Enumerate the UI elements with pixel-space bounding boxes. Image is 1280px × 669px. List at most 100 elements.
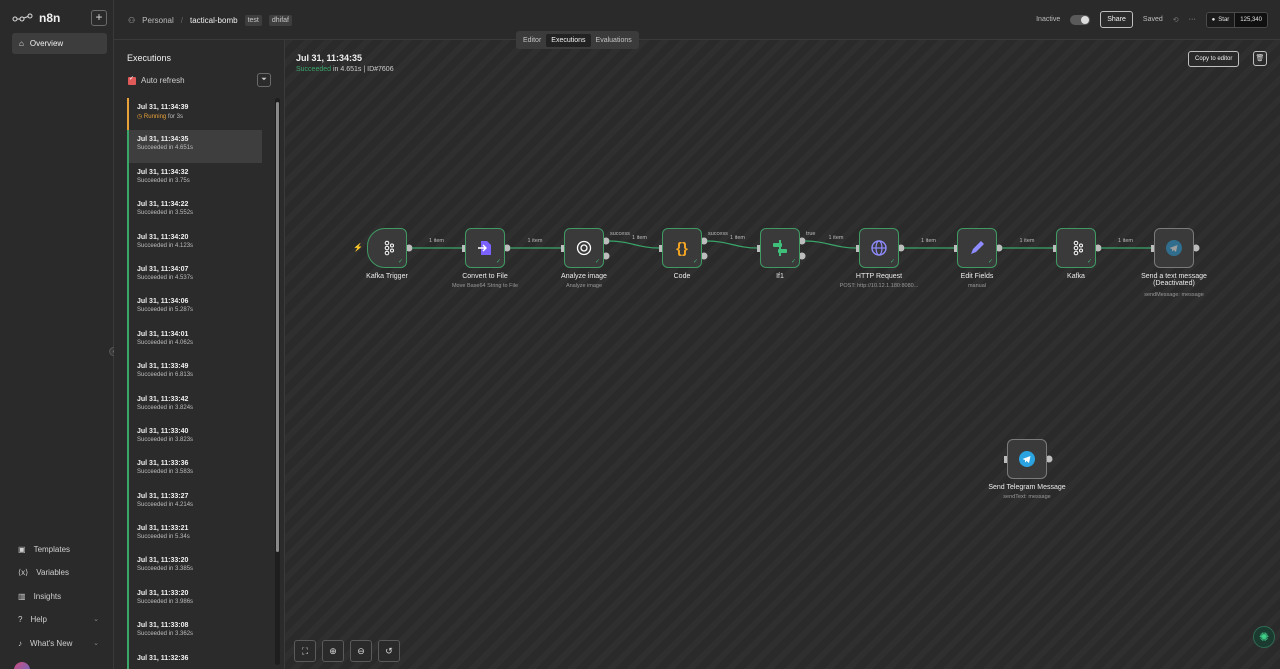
add-button[interactable]: + (91, 10, 107, 26)
execution-item[interactable]: Jul 31, 11:33:36 Succeeded in 3.583s (127, 454, 262, 487)
active-toggle[interactable] (1070, 14, 1091, 25)
execution-item-status: Succeeded in 5.287s (137, 307, 262, 313)
executions-panel: Executions Auto refresh ⏷ Jul 31, 11:34:… (114, 40, 285, 669)
auto-refresh-checkbox[interactable]: Auto refresh (128, 75, 185, 85)
execution-item-duration: in 3.986s (168, 598, 194, 605)
share-button[interactable]: Share (1100, 11, 1133, 28)
item-count-label: 1 item (527, 238, 543, 244)
node-send-text[interactable] (1154, 228, 1194, 268)
breadcrumb-separator: / (180, 16, 183, 25)
success-check-icon: ✓ (692, 259, 698, 265)
execution-item-state: Succeeded (137, 307, 168, 314)
node-if1[interactable]: ✓ (760, 228, 800, 268)
sidebar-item-whats-new[interactable]: ♪ What's New ⌄ (12, 632, 107, 656)
tag-test[interactable]: test (244, 15, 262, 26)
execution-item-state: Succeeded (137, 145, 168, 152)
execution-item[interactable]: Jul 31, 11:33:40 Succeeded in 3.823s (127, 421, 262, 455)
ai-assistant-button[interactable]: ✺ (1253, 626, 1275, 648)
node-analyze-image[interactable]: ✓ (564, 228, 604, 268)
execution-item[interactable]: Jul 31, 11:33:27 Succeeded in 4.214s (127, 486, 262, 520)
execution-item[interactable]: Jul 31, 11:34:35 Succeeded in 4.651s (127, 130, 262, 163)
reset-button[interactable]: ↺ (378, 640, 400, 662)
sidebar-item-insights[interactable]: ▥ Insights (12, 585, 107, 609)
convert-file-icon (476, 239, 494, 257)
trigger-bolt-icon: ⚡ (353, 243, 363, 252)
sidebar-item-help[interactable]: ? Help ⌄ (12, 608, 107, 632)
success-check-icon: ✓ (790, 259, 796, 265)
execution-item-time: Jul 31, 11:34:39 (137, 104, 189, 111)
execution-item-status: Succeeded in 4.062s (137, 340, 262, 346)
node-convert-to-file[interactable]: ✓ (465, 228, 505, 268)
node-kafka-trigger[interactable]: ✓ (367, 228, 407, 268)
execution-item-state: Succeeded (137, 210, 168, 217)
history-icon[interactable]: ⟲ (1173, 16, 1179, 24)
execution-item[interactable]: Jul 31, 11:34:01 Succeeded in 4.062s (127, 324, 262, 358)
execution-item-duration: in 4.651s (168, 145, 194, 152)
zoom-in-button[interactable]: ⊕ (322, 640, 344, 662)
execution-item[interactable]: Jul 31, 11:34:20 Succeeded in 4.123s (127, 227, 262, 260)
execution-item-state: Succeeded (137, 534, 168, 541)
node-label: Send Telegram Message (988, 484, 1066, 491)
filter-button[interactable]: ⏷ (257, 73, 271, 87)
executions-scrollbar[interactable] (275, 98, 280, 665)
breadcrumb-project[interactable]: Personal (142, 16, 174, 25)
execution-item-time: Jul 31, 11:33:40 (137, 427, 189, 435)
sidebar-item-variables[interactable]: ⟨x⟩ Variables (12, 561, 107, 585)
item-count-label: 1 item (828, 234, 844, 241)
execution-item-duration: in 3.362s (168, 631, 194, 638)
execution-item-status: Succeeded in 3.362s (137, 631, 262, 637)
n8n-logo[interactable]: n8n (12, 11, 60, 25)
node-kafka[interactable]: ✓ (1056, 228, 1096, 268)
execution-item[interactable]: Jul 31, 11:33:21 Succeeded in 5.34s (127, 519, 262, 552)
execution-item[interactable]: Jul 31, 11:33:49 Succeeded in 6.813s (127, 357, 262, 390)
tab-evaluations[interactable]: Evaluations (591, 34, 637, 47)
execution-item-status: Succeeded in 3.823s (137, 437, 262, 443)
execution-item-duration: in 4.123s (168, 242, 194, 249)
execution-item-duration: in 6.813s (168, 372, 194, 379)
execution-item-state: Succeeded (137, 177, 168, 184)
sidebar-item-templates[interactable]: ▣ Templates (12, 538, 107, 562)
globe-icon (870, 239, 888, 257)
sidebar-item-overview[interactable]: ⌂ Overview (12, 33, 107, 54)
execution-item[interactable]: Jul 31, 11:32:36 (127, 648, 262, 669)
connections-layer (405, 237, 1200, 463)
telegram-icon (1165, 239, 1183, 257)
node-send-telegram[interactable] (1007, 439, 1047, 479)
execution-item-state: Succeeded (137, 566, 168, 573)
header-actions: Inactive Share Saved ⟲ ··· ● Star 125,340 (1036, 11, 1268, 28)
sidebar-item-label: Help (30, 615, 47, 625)
zoom-out-button[interactable]: ⊖ (350, 640, 372, 662)
tab-executions[interactable]: Executions (546, 33, 591, 47)
execution-item[interactable]: Jul 31, 11:34:32 Succeeded in 3.75s (127, 162, 262, 196)
execution-item[interactable]: Jul 31, 11:34:06 Succeeded in 5.287s (127, 292, 262, 325)
success-check-icon: ✓ (594, 259, 600, 265)
connection-line (608, 240, 660, 249)
execution-item-time: Jul 31, 11:34:35 (137, 136, 189, 144)
execution-item-time: Jul 31, 11:33:08 (137, 622, 189, 630)
execution-item[interactable]: Jul 31, 11:33:08 Succeeded in 3.362s (127, 616, 262, 649)
more-options-button[interactable]: ··· (1189, 16, 1196, 23)
execution-item[interactable]: Jul 31, 11:34:22 Succeeded in 3.552s (127, 195, 262, 228)
github-star-label: Star (1218, 16, 1230, 23)
execution-item[interactable]: Jul 31, 11:34:39 ◷ Running for 3s (127, 98, 262, 131)
node-code[interactable]: {} ✓ (662, 228, 702, 268)
branch-label: success (708, 231, 728, 237)
node-edit-fields[interactable]: ✓ (957, 228, 997, 268)
tab-editor[interactable]: Editor (518, 34, 546, 47)
connection-line (706, 240, 758, 249)
execution-item[interactable]: Jul 31, 11:34:07 Succeeded in 4.537s (127, 259, 262, 293)
execution-item[interactable]: Jul 31, 11:33:20 Succeeded in 3.385s (127, 551, 262, 584)
execution-item-status: Succeeded in 6.813s (137, 372, 262, 378)
tag-dhifaf[interactable]: dhifaf (268, 15, 292, 26)
item-count-label: 1 item (730, 234, 745, 241)
execution-item[interactable]: Jul 31, 11:33:20 Succeeded in 3.986s (127, 583, 262, 617)
execution-item-duration: in 5.287s (168, 307, 194, 314)
breadcrumb: ⚇ Personal / tactical-bomb test dhifaf (128, 15, 292, 26)
github-star-button[interactable]: ● Star 125,340 (1205, 11, 1268, 28)
node-http-request[interactable]: ✓ (859, 228, 899, 268)
execution-item[interactable]: Jul 31, 11:33:42 Succeeded in 3.824s (127, 389, 262, 422)
workflow-canvas[interactable]: Jul 31, 11:34:35 Succeeded in 4.651s | I… (285, 40, 1280, 669)
workflow-name[interactable]: tactical-bomb (190, 16, 238, 25)
fit-view-button[interactable]: ⛶ (294, 640, 316, 662)
execution-item-state: Succeeded (137, 372, 168, 379)
